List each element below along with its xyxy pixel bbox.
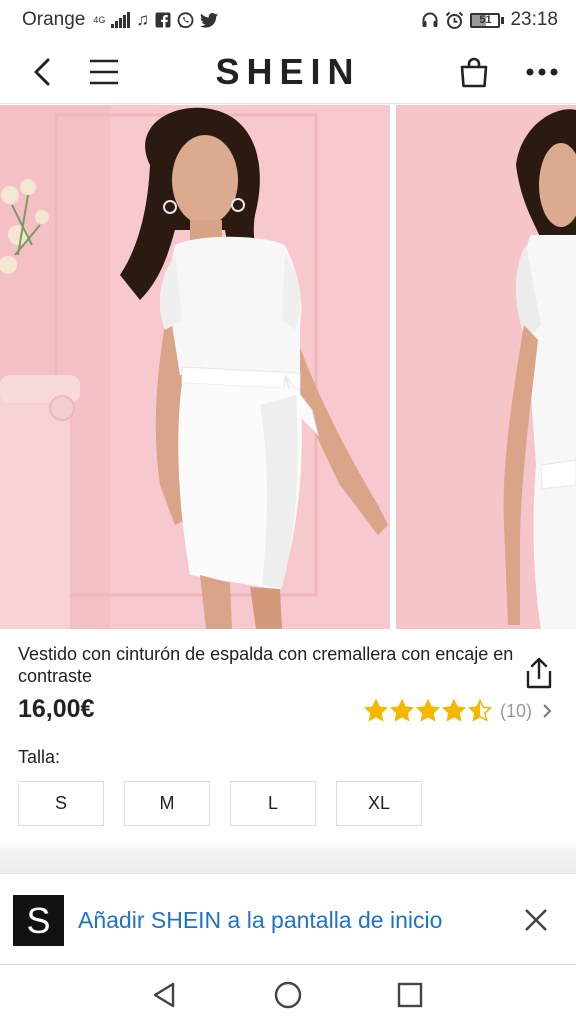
status-bar: Orange 4G ♫ 51 23:18 — [0, 0, 576, 40]
add-to-home-banner[interactable]: S Añadir SHEIN a la pantalla de inicio — [0, 873, 576, 965]
music-note-icon: ♫ — [136, 10, 150, 29]
star-rating — [363, 699, 492, 723]
recents-square-icon — [397, 982, 423, 1008]
nav-back-button[interactable] — [146, 977, 182, 1013]
star-full-icon — [441, 699, 466, 722]
size-option-m[interactable]: M — [124, 781, 210, 826]
rating-link[interactable]: (10) — [363, 699, 552, 723]
share-button[interactable] — [522, 655, 556, 691]
product-title: Vestido con cinturón de espalda con crem… — [18, 644, 514, 686]
review-count: (10) — [499, 700, 532, 721]
add-to-home-text[interactable]: Añadir SHEIN a la pantalla de inicio — [78, 907, 442, 934]
shopping-bag-button[interactable] — [452, 50, 496, 94]
close-icon — [525, 909, 547, 931]
headphones-icon — [421, 11, 439, 29]
status-right: 51 23:18 — [421, 9, 558, 31]
nav-recents-button[interactable] — [392, 977, 428, 1013]
system-nav-bar — [0, 965, 576, 1024]
status-left: Orange 4G ♫ — [22, 9, 219, 31]
clock: 23:18 — [510, 9, 558, 30]
chevron-right-icon — [543, 704, 552, 718]
app-header: SHEIN — [0, 40, 576, 104]
star-full-icon — [389, 699, 414, 722]
size-label: Talla: — [18, 747, 61, 767]
shopping-bag-icon — [460, 57, 488, 88]
close-banner-button[interactable] — [518, 902, 554, 938]
twitter-icon — [200, 12, 219, 28]
more-dots-icon — [526, 68, 558, 76]
size-option-l[interactable]: L — [230, 781, 316, 826]
size-options: S M L XL — [18, 781, 422, 826]
star-full-icon — [363, 699, 388, 722]
shein-app-icon: S — [13, 895, 64, 946]
product-info: Vestido con cinturón de espalda con crem… — [0, 629, 576, 839]
product-price: 16,00€ — [18, 695, 95, 723]
product-photo-side[interactable] — [396, 105, 576, 629]
whatsapp-icon — [177, 11, 194, 29]
star-full-icon — [415, 699, 440, 722]
product-gallery[interactable] — [0, 105, 576, 629]
product-photo-front[interactable] — [0, 105, 390, 629]
back-triangle-icon — [153, 982, 175, 1008]
facebook-icon — [155, 12, 171, 28]
nav-home-button[interactable] — [270, 977, 306, 1013]
more-options-button[interactable] — [520, 50, 564, 94]
section-divider — [0, 839, 576, 873]
share-icon — [526, 657, 552, 689]
carrier-name: Orange — [22, 9, 86, 30]
battery-icon: 51 — [470, 12, 505, 28]
size-option-xl[interactable]: XL — [336, 781, 422, 826]
alarm-icon — [445, 11, 464, 30]
star-half-icon — [467, 699, 492, 722]
network-type: 4G — [93, 14, 106, 25]
home-circle-icon — [274, 981, 302, 1009]
battery-level: 51 — [479, 13, 492, 26]
signal-icon — [111, 12, 131, 28]
size-option-s[interactable]: S — [18, 781, 104, 826]
